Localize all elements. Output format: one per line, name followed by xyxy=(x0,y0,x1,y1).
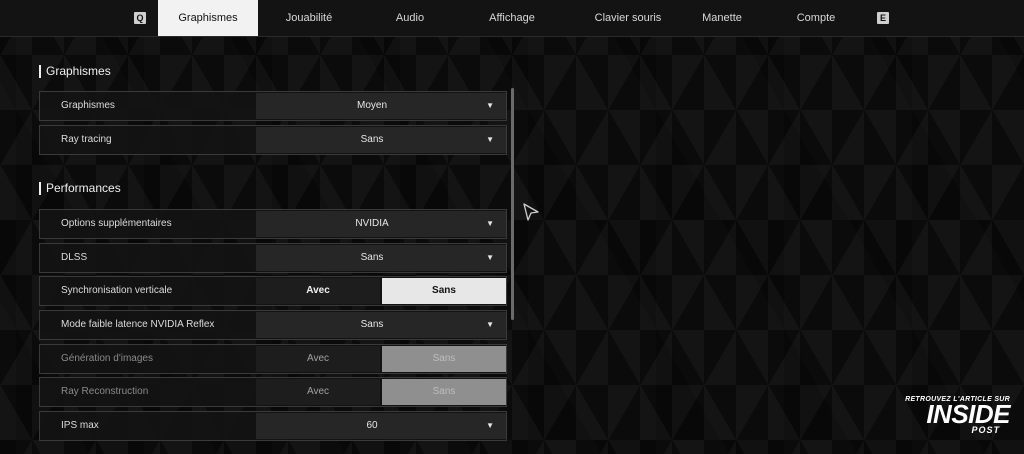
setting-row-ips-max: IPS max 60 ▼ xyxy=(39,411,507,441)
ray-reconstruction-option-sans: Sans xyxy=(382,379,506,405)
setting-label: Graphismes xyxy=(61,100,115,111)
caret-down-icon: ▼ xyxy=(486,135,494,144)
setting-row-ray-reconstruction: Ray Reconstruction Avec Sans xyxy=(39,377,507,407)
setting-row-ray-tracing: Ray tracing Sans ▼ xyxy=(39,125,507,155)
caret-down-icon: ▼ xyxy=(486,101,494,110)
section-title-graphismes: Graphismes xyxy=(39,65,111,78)
vsync-option-sans[interactable]: Sans xyxy=(382,278,506,304)
setting-row-options-supplementaires: Options supplémentaires NVIDIA ▼ xyxy=(39,209,507,239)
prev-tab-key-hint[interactable]: Q xyxy=(134,12,146,24)
settings-scrollbar[interactable] xyxy=(511,88,514,320)
dropdown-value: Sans xyxy=(360,134,384,145)
inside-post-watermark: RETROUVEZ L'ARTICLE SUR INSIDE POST xyxy=(864,396,1010,440)
frame-generation-toggle: Avec Sans xyxy=(256,346,506,372)
frame-generation-option-sans: Sans xyxy=(382,346,506,372)
vsync-option-avec[interactable]: Avec xyxy=(256,278,380,304)
caret-down-icon: ▼ xyxy=(486,320,494,329)
ray-tracing-dropdown[interactable]: Sans ▼ xyxy=(256,127,506,153)
setting-label: Synchronisation verticale xyxy=(61,285,173,296)
setting-label: Mode faible latence NVIDIA Reflex xyxy=(61,319,215,330)
dropdown-value: Moyen xyxy=(356,100,387,111)
frame-generation-option-avec: Avec xyxy=(256,346,380,372)
setting-label: DLSS xyxy=(61,252,88,263)
caret-down-icon: ▼ xyxy=(486,421,494,430)
tab-compte[interactable]: Compte xyxy=(776,0,856,36)
setting-label: Options supplémentaires xyxy=(61,218,172,229)
tab-affichage[interactable]: Affichage xyxy=(470,0,554,36)
section-title-performances: Performances xyxy=(39,182,121,195)
next-tab-key-hint[interactable]: E xyxy=(877,12,889,24)
tab-clavier-souris[interactable]: Clavier souris xyxy=(568,0,688,36)
tab-audio[interactable]: Audio xyxy=(370,0,450,36)
setting-label: Génération d'images xyxy=(61,353,153,364)
dropdown-value: 60 xyxy=(366,420,378,431)
setting-row-dlss: DLSS Sans ▼ xyxy=(39,243,507,273)
setting-row-nvidia-reflex: Mode faible latence NVIDIA Reflex Sans ▼ xyxy=(39,310,507,340)
dropdown-value: Sans xyxy=(360,252,384,263)
tab-jouabilite[interactable]: Jouabilité xyxy=(264,0,354,36)
options-supplementaires-dropdown[interactable]: NVIDIA ▼ xyxy=(256,211,506,237)
vsync-toggle: Avec Sans xyxy=(256,278,506,304)
dropdown-value: NVIDIA xyxy=(355,218,389,229)
tab-graphismes[interactable]: Graphismes xyxy=(158,0,258,36)
mouse-cursor-icon xyxy=(523,203,539,221)
setting-row-synchronisation-verticale: Synchronisation verticale Avec Sans xyxy=(39,276,507,306)
tab-manette[interactable]: Manette xyxy=(680,0,764,36)
dlss-dropdown[interactable]: Sans ▼ xyxy=(256,245,506,271)
caret-down-icon: ▼ xyxy=(486,253,494,262)
settings-tab-bar: Q Graphismes Jouabilité Audio Affichage … xyxy=(0,0,1024,37)
setting-label: Ray Reconstruction xyxy=(61,386,149,397)
setting-row-generation-images: Génération d'images Avec Sans xyxy=(39,344,507,374)
watermark-brand: INSIDE xyxy=(926,399,1010,429)
caret-down-icon: ▼ xyxy=(486,219,494,228)
dropdown-value: Sans xyxy=(360,319,384,330)
ips-max-dropdown[interactable]: 60 ▼ xyxy=(256,413,506,439)
setting-label: IPS max xyxy=(61,420,99,431)
nvidia-reflex-dropdown[interactable]: Sans ▼ xyxy=(256,312,506,338)
ray-reconstruction-toggle: Avec Sans xyxy=(256,379,506,405)
graphismes-dropdown[interactable]: Moyen ▼ xyxy=(256,93,506,119)
ray-reconstruction-option-avec: Avec xyxy=(256,379,380,405)
setting-row-graphismes: Graphismes Moyen ▼ xyxy=(39,91,507,121)
setting-label: Ray tracing xyxy=(61,134,112,145)
